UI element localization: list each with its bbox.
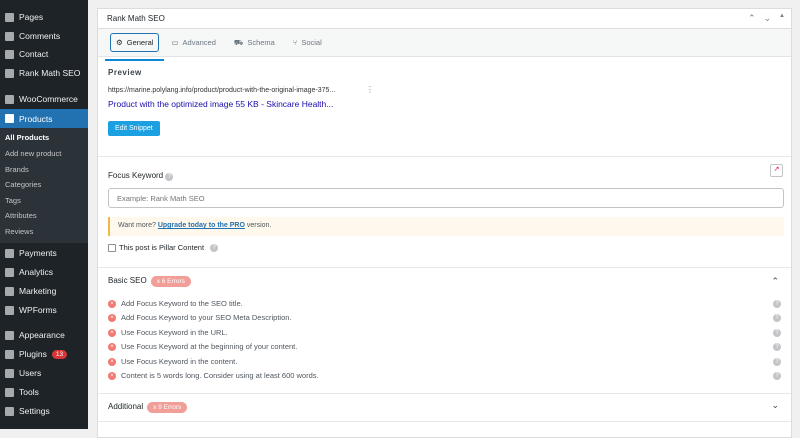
tab-bar: ⚙ General ▭ Advanced ⛟ Schema ⑂ Social: [98, 29, 791, 61]
menu-marketing[interactable]: Marketing: [0, 282, 88, 300]
rank-math-icon: [5, 68, 14, 78]
preview-title[interactable]: Product with the optimized image 55 KB -…: [108, 99, 333, 109]
cart-icon: ⛟: [233, 37, 244, 47]
menu-comments[interactable]: Comments: [0, 27, 88, 45]
submenu-brands[interactable]: Brands: [5, 165, 29, 174]
additional-label[interactable]: Additional: [108, 402, 143, 411]
submenu-attributes[interactable]: Attributes: [5, 211, 37, 220]
error-icon: ×: [108, 342, 116, 351]
share-icon: ⑂: [292, 38, 298, 47]
menu-users[interactable]: Users: [0, 364, 88, 382]
error-icon: ×: [108, 313, 116, 322]
products-icon: [5, 114, 14, 123]
basic-seo-label[interactable]: Basic SEO: [108, 276, 147, 285]
expand-icon[interactable]: ⌄: [771, 400, 779, 411]
help-icon[interactable]: ?: [773, 329, 781, 337]
focus-keyword-label: Focus Keyword: [108, 171, 164, 180]
submenu-add-new[interactable]: Add new product: [5, 149, 61, 158]
menu-woocommerce[interactable]: WooCommerce: [0, 90, 88, 108]
tab-advanced[interactable]: ▭ Advanced: [165, 33, 221, 52]
pillar-content-checkbox[interactable]: [108, 243, 116, 252]
payments-icon: [5, 248, 14, 258]
settings-icon: [5, 406, 14, 416]
menu-settings[interactable]: Settings: [0, 402, 88, 420]
menu-payments[interactable]: Payments: [0, 244, 88, 262]
user-icon: [5, 368, 14, 378]
megaphone-icon: [5, 286, 14, 296]
menu-appearance[interactable]: Appearance: [0, 326, 88, 344]
focus-keyword-section: Focus Keyword ? ↗ Want more? Upgrade tod…: [98, 157, 791, 268]
collapse-icon[interactable]: ⌃: [771, 276, 779, 287]
help-icon[interactable]: ?: [210, 243, 219, 252]
menu-tools[interactable]: Tools: [0, 383, 88, 401]
upgrade-link[interactable]: Upgrade today to the PRO: [158, 222, 245, 229]
menu-plugins[interactable]: Plugins 13: [0, 345, 88, 363]
help-icon[interactable]: ?: [773, 358, 781, 366]
menu-contact[interactable]: Contact: [0, 45, 88, 63]
metabox-title: Rank Math SEO: [107, 14, 165, 23]
help-icon[interactable]: ?: [773, 314, 781, 322]
submenu-categories[interactable]: Categories: [5, 180, 41, 189]
preview-section: Preview https://marine.polylang.info/pro…: [98, 58, 791, 157]
pillar-content-label: This post is Pillar Content: [119, 243, 205, 252]
help-icon[interactable]: ?: [773, 372, 781, 380]
edit-snippet-button[interactable]: Edit Snippet: [108, 121, 160, 136]
preview-url: https://marine.polylang.info/product/pro…: [108, 87, 336, 94]
submenu-reviews[interactable]: Reviews: [5, 227, 33, 236]
admin-sidebar: Pages Comments Contact Rank Math SEO Woo…: [0, 0, 88, 429]
menu-pages[interactable]: Pages: [0, 8, 88, 26]
toggle-panel-icon[interactable]: ▲: [779, 13, 785, 24]
focus-keyword-input[interactable]: [108, 188, 784, 208]
menu-wpforms[interactable]: WPForms: [0, 301, 88, 319]
error-badge: x 9 Errors: [147, 402, 188, 413]
move-down-icon[interactable]: ⌄: [764, 13, 772, 24]
menu-rank-math[interactable]: Rank Math SEO: [0, 64, 88, 82]
gear-icon: ⚙: [116, 38, 123, 47]
error-icon: ×: [108, 299, 116, 308]
woo-icon: [5, 94, 14, 104]
menu-products[interactable]: Products: [0, 109, 88, 128]
error-badge: x 6 Errors: [150, 276, 191, 287]
products-submenu: All Products Add new product Brands Cate…: [0, 128, 88, 243]
trends-icon[interactable]: ↗: [770, 164, 783, 177]
pages-icon: [5, 12, 14, 22]
error-icon: ×: [108, 328, 116, 337]
help-icon[interactable]: ?: [773, 343, 781, 351]
analytics-icon: [5, 267, 14, 277]
error-icon: ×: [108, 357, 116, 366]
wrench-icon: [5, 387, 14, 397]
help-icon[interactable]: ?: [165, 173, 174, 181]
tab-schema[interactable]: ⛟ Schema: [228, 33, 281, 53]
more-icon[interactable]: ⋮: [366, 85, 374, 94]
tab-social[interactable]: ⑂ Social: [287, 33, 328, 52]
basic-seo-section: Basic SEO x 6 Errors ⌃ × Add Focus Keyword…: [98, 268, 791, 394]
submenu-tags[interactable]: Tags: [5, 196, 21, 205]
plugin-icon: [5, 349, 14, 359]
brush-icon: [5, 330, 14, 340]
comments-icon: [5, 31, 14, 41]
tab-general[interactable]: ⚙ General: [104, 33, 165, 61]
error-icon: ×: [108, 371, 116, 380]
toolbox-icon: ▭: [171, 38, 179, 47]
mail-icon: [5, 49, 14, 59]
wpforms-icon: [5, 305, 14, 315]
additional-section: Additional x 9 Errors ⌄: [98, 394, 791, 422]
rank-math-metabox: Rank Math SEO ⌃ ⌄ ▲ ⚙ General ▭ Advanced ⛟ Sc…: [97, 8, 792, 438]
move-up-icon[interactable]: ⌃: [748, 13, 756, 24]
upsell-notice: Want more? Upgrade today to the PRO vers…: [108, 217, 784, 236]
submenu-all-products[interactable]: All Products: [5, 133, 49, 142]
plugins-update-badge: 13: [51, 349, 68, 359]
help-icon[interactable]: ?: [773, 300, 781, 308]
menu-analytics[interactable]: Analytics: [0, 263, 88, 281]
preview-label: Preview: [108, 68, 142, 77]
